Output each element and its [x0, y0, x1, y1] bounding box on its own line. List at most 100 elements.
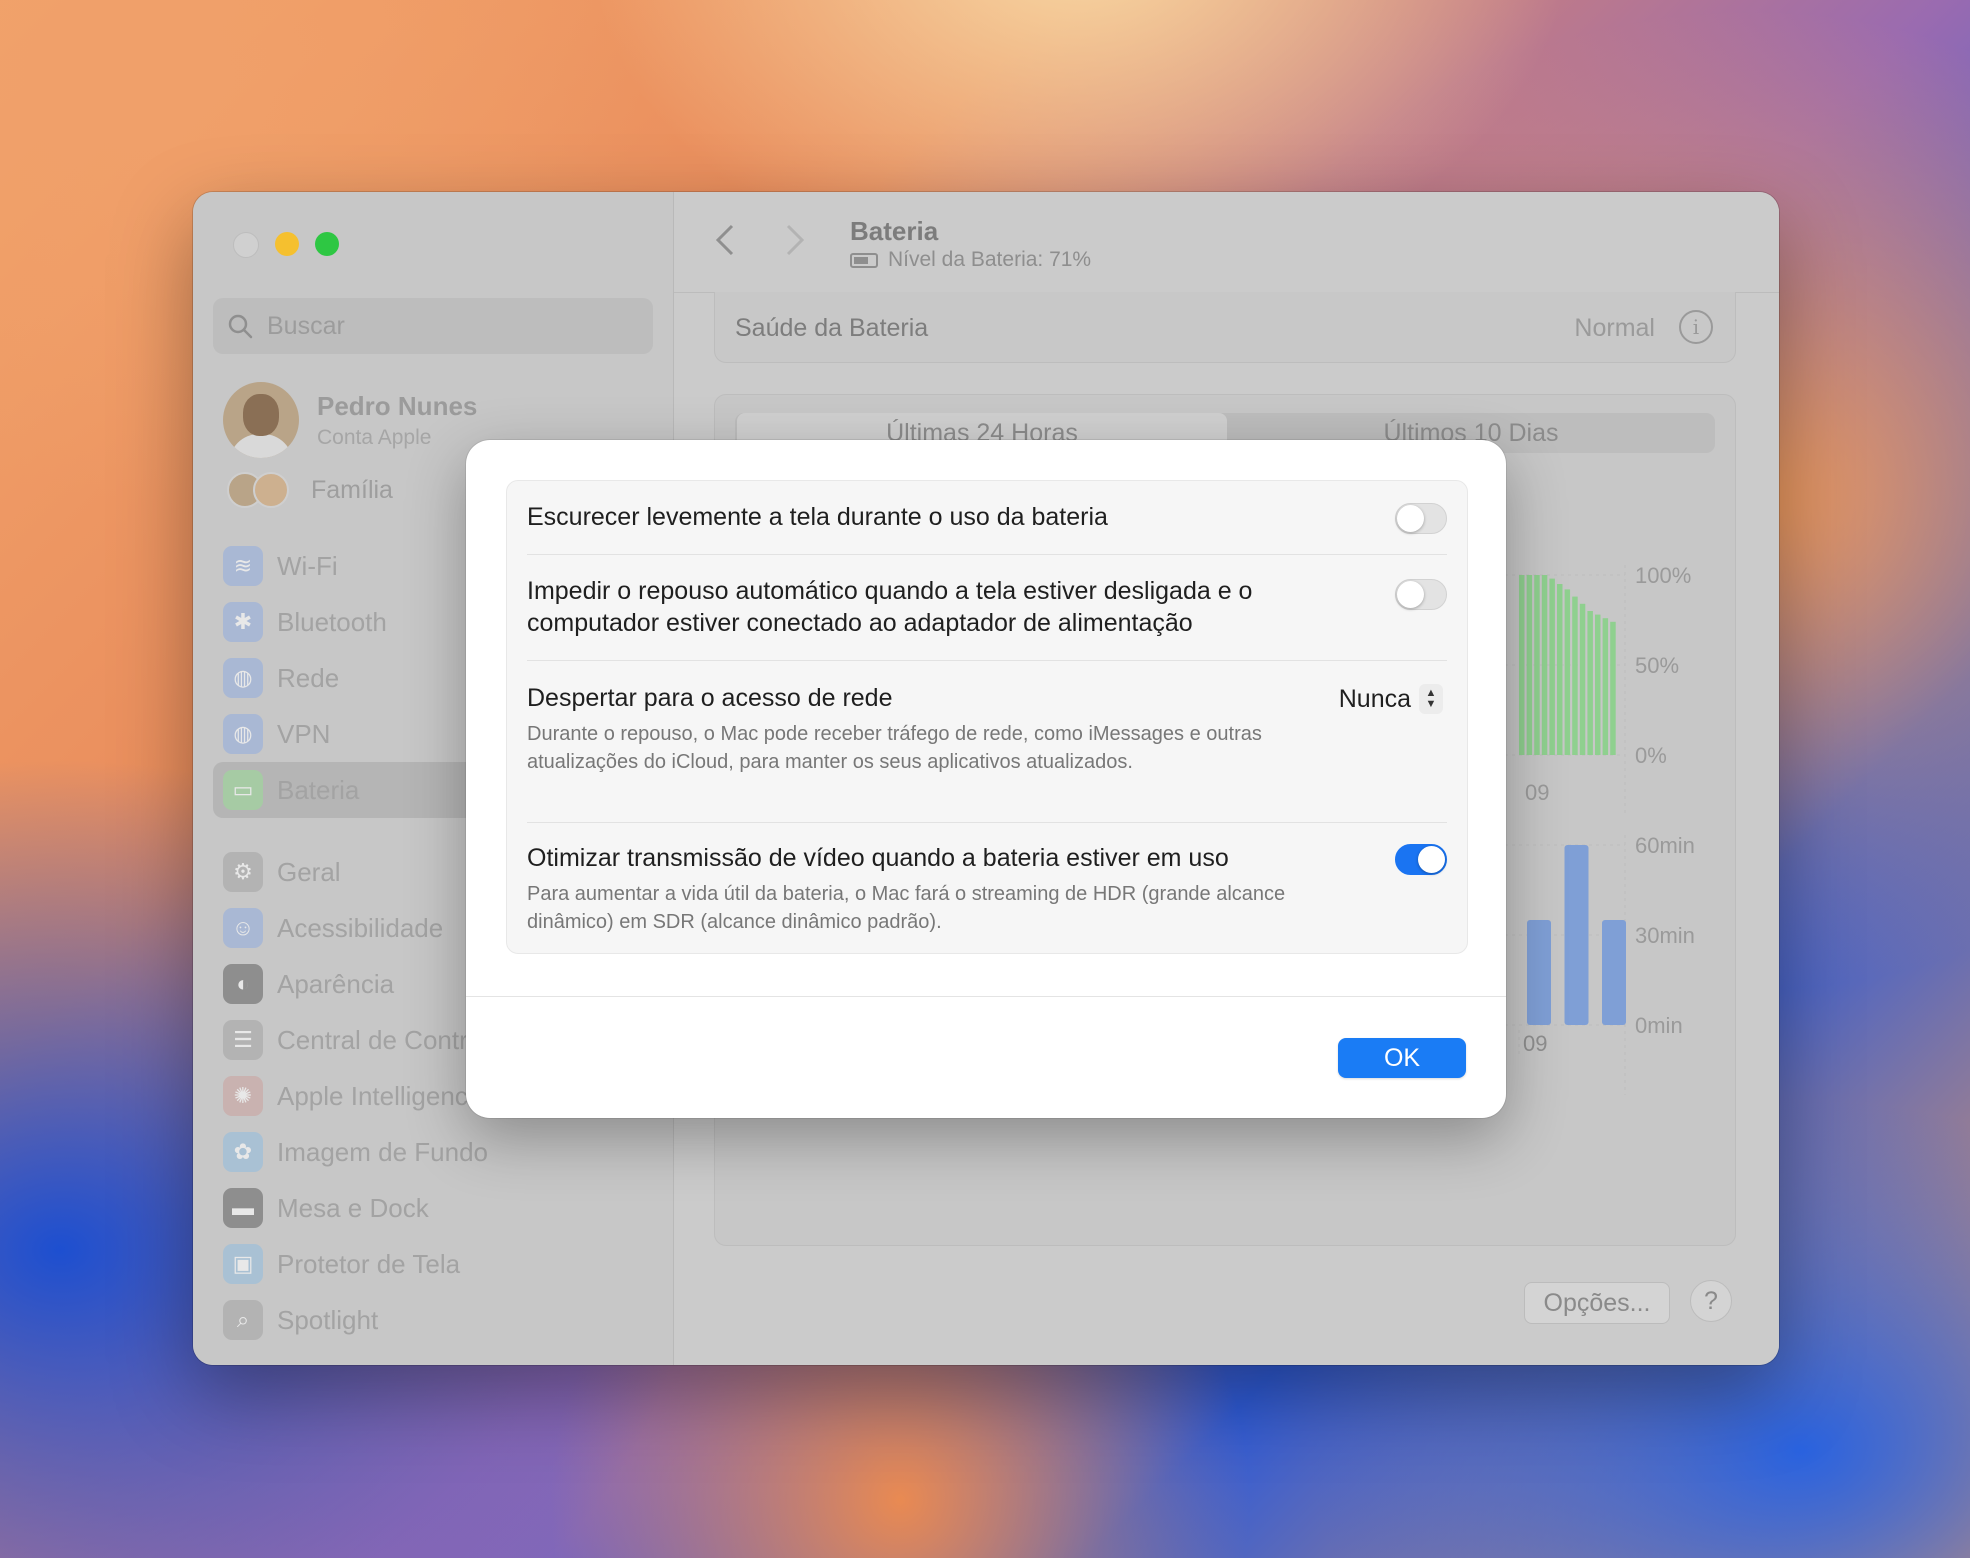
accessibility-icon: ☺: [223, 908, 263, 948]
sidebar-item-label: Bateria: [277, 774, 360, 805]
battery-icon: [850, 252, 878, 268]
sidebar-item-label: Apple Intelligence: [277, 1080, 483, 1111]
sidebar-item-label: Família: [311, 475, 393, 504]
screen-usage-bar: [1527, 920, 1551, 1025]
sidebar-item-label: VPN: [277, 718, 331, 749]
prevent-sleep-row: Impedir o repouso automático quando a te…: [527, 554, 1447, 661]
wifi-icon: ≋: [223, 546, 263, 586]
gear-icon: ⚙: [223, 852, 263, 892]
battery-level-bar: [1610, 621, 1616, 755]
toolbar: Bateria Nível da Bateria: 71%: [674, 192, 1779, 293]
y-tick-label: 0%: [1635, 743, 1667, 768]
sidebar-item-imagem-de-fundo[interactable]: ✿ Imagem de Fundo: [213, 1124, 653, 1180]
chevron-up-down-icon: ▲ ▼: [1419, 684, 1443, 714]
optimize-video-toggle[interactable]: [1395, 844, 1447, 875]
options-button[interactable]: Opções...: [1524, 1282, 1670, 1324]
zoom-window-button[interactable]: [315, 232, 339, 256]
prevent-sleep-toggle[interactable]: [1395, 579, 1447, 610]
sidebar-item-label: Imagem de Fundo: [277, 1136, 489, 1167]
wallpaper-icon: ✿: [223, 1132, 263, 1172]
y-tick-label: 0min: [1635, 1013, 1683, 1038]
globe-icon: ◍: [223, 658, 263, 698]
apple-account-item[interactable]: Pedro Nunes Conta Apple: [223, 382, 477, 458]
y-tick-label: 50%: [1635, 653, 1679, 678]
chevron-right-icon: [786, 224, 805, 256]
wake-network-label: Despertar para o acesso de rede: [527, 684, 893, 712]
screen-usage-bar: [1602, 920, 1626, 1025]
sidebar-item-label: Geral: [277, 856, 341, 887]
optimize-video-label: Otimizar transmissão de vídeo quando a b…: [527, 844, 1229, 872]
sidebar-item-label: Rede: [277, 662, 340, 693]
info-icon[interactable]: i: [1679, 310, 1713, 344]
sidebar-item-protetor-de-tela[interactable]: ▣ Protetor de Tela: [213, 1236, 653, 1292]
y-tick-label: 30min: [1635, 923, 1695, 948]
sidebar-item-label: Mesa e Dock: [277, 1192, 429, 1223]
sidebar-item-family[interactable]: Família: [227, 472, 393, 508]
battery-level-bar: [1534, 575, 1540, 755]
ok-button[interactable]: OK: [1338, 1038, 1466, 1078]
optimize-video-row: Otimizar transmissão de vídeo quando a b…: [527, 822, 1447, 952]
page-title: Bateria: [850, 216, 939, 246]
profile-subtitle: Conta Apple: [317, 425, 432, 449]
prevent-sleep-label: Impedir o repouso automático quando a te…: [527, 577, 1253, 637]
screensaver-icon: ▣: [223, 1244, 263, 1284]
battery-level-text: Nível da Bateria: 71%: [888, 248, 1092, 271]
battery-level-bar: [1557, 584, 1563, 755]
control-center-icon: ☰: [223, 1020, 263, 1060]
x-tick-label: 09: [1525, 780, 1549, 805]
wake-network-value: Nunca: [1338, 684, 1411, 713]
battery-icon: ▭: [223, 770, 263, 810]
battery-level-bar: [1526, 575, 1533, 755]
family-avatar: [253, 472, 289, 508]
battery-level-bar: [1579, 603, 1586, 755]
screen-usage-bar: [1564, 845, 1589, 1025]
sidebar-item-spotlight[interactable]: ⌕ Spotlight: [213, 1292, 653, 1348]
dim-display-row: Escurecer levemente a tela durante o uso…: [527, 481, 1447, 555]
battery-level-subtitle: Nível da Bateria: 71%: [850, 248, 1091, 272]
search-icon: [228, 314, 253, 339]
minimize-window-button[interactable]: [275, 232, 299, 256]
search-placeholder: Buscar: [267, 311, 345, 340]
sidebar-item-label: Bluetooth: [277, 606, 387, 637]
spotlight-icon: ⌕: [223, 1300, 263, 1340]
divider: [466, 996, 1506, 997]
search-input[interactable]: Buscar: [213, 298, 653, 354]
avatar: [223, 382, 299, 458]
options-group: Escurecer levemente a tela durante o uso…: [506, 480, 1468, 954]
battery-level-bar: [1549, 578, 1555, 755]
dim-display-label: Escurecer levemente a tela durante o uso…: [527, 503, 1108, 531]
wake-network-row: Despertar para o acesso de rede Durante …: [527, 660, 1447, 823]
appearance-icon: ◐: [223, 964, 263, 1004]
back-button[interactable]: [714, 222, 736, 268]
x-tick-label: 09: [1523, 1031, 1547, 1056]
bluetooth-icon: ✱: [223, 602, 263, 642]
battery-level-bar: [1564, 589, 1571, 755]
wake-network-popup[interactable]: Nunca ▲ ▼: [1339, 684, 1443, 714]
battery-level-bar: [1602, 618, 1609, 755]
close-window-button[interactable]: [233, 232, 259, 258]
forward-button[interactable]: [784, 222, 806, 268]
optimize-video-description: Para aumentar a vida útil da bateria, o …: [527, 883, 1286, 933]
sidebar-item-label: Spotlight: [277, 1304, 379, 1335]
battery-level-bar: [1595, 614, 1601, 755]
dock-icon: ▬: [223, 1188, 263, 1228]
y-tick-label: 100%: [1635, 563, 1691, 588]
options-sheet: Escurecer levemente a tela durante o uso…: [466, 440, 1506, 1118]
sidebar-item-label: Wi-Fi: [277, 550, 338, 581]
battery-level-bar: [1572, 596, 1578, 755]
battery-level-bar: [1587, 611, 1593, 755]
sidebar-item-label: Protetor de Tela: [277, 1248, 461, 1279]
wake-network-description: Durante o repouso, o Mac pode receber tr…: [527, 723, 1262, 773]
apple-intelligence-icon: ✺: [223, 1076, 263, 1116]
help-button[interactable]: ?: [1690, 1280, 1732, 1322]
battery-level-bar: [1519, 575, 1525, 755]
sidebar-item-mesa-e-dock[interactable]: ▬ Mesa e Dock: [213, 1180, 653, 1236]
battery-health-row: Saúde da Bateria Normal i: [714, 292, 1736, 363]
vpn-globe-icon: ◍: [223, 714, 263, 754]
dim-display-toggle[interactable]: [1395, 503, 1447, 534]
y-tick-label: 60min: [1635, 833, 1695, 858]
sidebar-item-label: Acessibilidade: [277, 912, 444, 943]
battery-health-label: Saúde da Bateria: [735, 314, 929, 342]
battery-health-value: Normal: [1574, 314, 1655, 342]
battery-level-bar: [1541, 575, 1548, 755]
